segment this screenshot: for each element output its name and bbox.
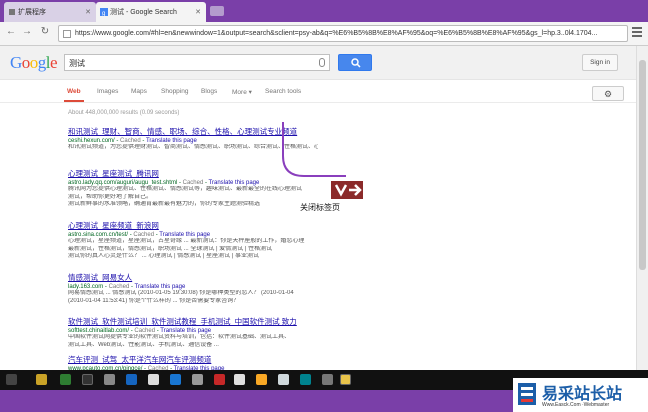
taskbar-app-icon[interactable] — [214, 374, 225, 385]
reload-icon[interactable]: ↻ — [38, 26, 52, 37]
result-snippet: 最新测试，性格测试，情感测试，职场测试 ... 全球测试 | 爱情测试 | 性格… — [68, 245, 273, 252]
page-scrollbar[interactable] — [636, 46, 648, 370]
gesture-label: 关闭标签页 — [300, 203, 340, 212]
search-result: 软件测试_软件测试培训_软件测试教程_手机测试_中国软件测试 致力 softte… — [68, 316, 318, 349]
close-tab-icon[interactable]: ✕ — [85, 8, 91, 16]
watermark-logo-icon — [518, 383, 536, 405]
taskbar-app-icon[interactable] — [278, 374, 289, 385]
browser-toolbar: ← → ↻ https://www.google.com/#hl=en&neww… — [0, 22, 648, 46]
nav-more[interactable]: More ▾ — [232, 88, 252, 96]
taskbar-app-icon[interactable] — [82, 374, 93, 385]
address-bar[interactable]: https://www.google.com/#hl=en&newwindow=… — [58, 25, 628, 42]
nav-web[interactable]: Web — [67, 88, 81, 95]
google-favicon-icon: g — [100, 8, 108, 16]
taskbar-app-icon[interactable] — [192, 374, 203, 385]
taskbar-app-icon[interactable] — [126, 374, 137, 385]
search-nav: Web Images Maps Shopping Blogs More ▾ Se… — [0, 81, 636, 103]
nav-blogs[interactable]: Blogs — [201, 88, 217, 95]
active-tab-underline — [64, 100, 84, 102]
watermark-subtitle: Www.Easck.Com ·Webmaster — [542, 402, 610, 408]
search-query: 测试 — [69, 59, 85, 68]
search-button[interactable] — [338, 54, 372, 71]
microphone-icon[interactable] — [319, 58, 325, 67]
result-snippet: 腾讯网为您提供心理测试、性格测试、情感测试等，趣味测试、最新最全的在线心理测试 — [68, 186, 303, 192]
search-icon — [351, 58, 361, 68]
result-stats: About 448,000,000 results (0.09 seconds) — [68, 110, 180, 116]
tab-strip: 扩展程序 ✕ g 测试 - Google Search ✕ — [0, 0, 648, 22]
search-input[interactable]: 测试 — [64, 54, 330, 71]
nav-search-tools[interactable]: Search tools — [265, 88, 301, 95]
page-icon — [63, 30, 71, 38]
result-title[interactable]: 情感测试_网易女人 — [68, 272, 318, 283]
settings-gear-icon[interactable]: ⚙ — [592, 86, 624, 101]
puzzle-icon — [9, 9, 15, 15]
taskbar-app-icon[interactable] — [300, 374, 311, 385]
result-snippet: 测试工具、Web测试、性能测试、手机测试、通信设备 ... — [68, 341, 219, 348]
svg-text:g: g — [102, 11, 105, 16]
result-title[interactable]: 软件测试_软件测试培训_软件测试教程_手机测试_中国软件测试 致力 — [68, 316, 318, 327]
new-tab-button[interactable] — [210, 6, 224, 16]
taskbar-app-icon[interactable] — [256, 374, 267, 385]
taskbar-app-icon[interactable] — [340, 374, 351, 385]
result-snippet: 测试你的真人心灵是什么？ ... 心理测试 | 情感测试 | 星座测试 | 事业… — [68, 253, 260, 259]
taskbar-app-icon[interactable] — [36, 374, 47, 385]
browser-window: 扩展程序 ✕ g 测试 - Google Search ✕ ← → ↻ http… — [0, 0, 648, 372]
taskbar-app-icon[interactable] — [322, 374, 333, 385]
result-snippet: 测试，帮助你更好地了解自己。 — [68, 193, 153, 200]
gesture-path — [282, 122, 346, 177]
forward-icon[interactable]: → — [20, 26, 34, 37]
start-icon[interactable] — [6, 374, 17, 385]
taskbar-app-icon[interactable] — [104, 374, 115, 385]
tab-search[interactable]: g 测试 - Google Search ✕ — [96, 2, 206, 22]
nav-maps[interactable]: Maps — [131, 88, 147, 95]
close-tab-icon[interactable]: ✕ — [195, 8, 201, 16]
result-title[interactable]: 汽车评测_试驾_太平洋汽车网汽车评测频道 — [68, 354, 318, 365]
nav-shopping[interactable]: Shopping — [161, 88, 188, 95]
search-result: 心理测试_星座频道_新浪网 astro.sina.com.cn/test/ - … — [68, 220, 318, 261]
nav-images[interactable]: Images — [97, 88, 118, 95]
back-icon[interactable]: ← — [4, 26, 18, 37]
scrollbar-thumb[interactable] — [639, 60, 646, 270]
result-snippet: 中国软件测试网提供专业的软件测试资料与培训，包括：软件测试基础、测试工具、 — [68, 334, 291, 340]
tab-label: 扩展程序 — [18, 9, 46, 16]
url-text: https://www.google.com/#hl=en&newwindow=… — [75, 30, 598, 37]
menu-icon[interactable] — [632, 27, 642, 39]
google-header: Google 测试 Sign in — [0, 46, 636, 80]
tab-label: 测试 - Google Search — [110, 9, 177, 16]
result-title[interactable]: 心理测试_星座频道_新浪网 — [68, 220, 318, 231]
sign-in-button[interactable]: Sign in — [582, 54, 618, 71]
taskbar-app-icon[interactable] — [170, 374, 181, 385]
result-snippet: (2010-01-04 11:53:41) 你是个什么样的 ... 你是否需要专… — [68, 297, 240, 304]
taskbar-app-icon[interactable] — [60, 374, 71, 385]
result-snippet: 心理测试，星座频道，星座测试，占星奇缘 ... 最新测试：你是天秤座般的工作，婚… — [68, 238, 305, 244]
site-watermark: 易采站长站 Www.Easck.Com ·Webmaster — [513, 378, 648, 412]
result-snippet: 网易情感测试 ... 情感测试 (2010-01-05 19:30:08) 你是… — [68, 290, 294, 296]
taskbar-app-icon[interactable] — [234, 374, 245, 385]
watermark-title: 易采站长站 — [542, 384, 623, 403]
result-snippet: 测试新鲜事的水准领略，确通宵最新最有魅力的，你的专家主题测验精选 — [68, 201, 261, 207]
tab-extensions[interactable]: 扩展程序 ✕ — [4, 2, 96, 22]
taskbar-app-icon[interactable] — [148, 374, 159, 385]
search-result: 情感测试_网易女人 lady.163.com - Cached - Transl… — [68, 272, 318, 305]
google-logo[interactable]: Google — [10, 53, 58, 73]
gesture-arrows-icon — [331, 181, 363, 199]
